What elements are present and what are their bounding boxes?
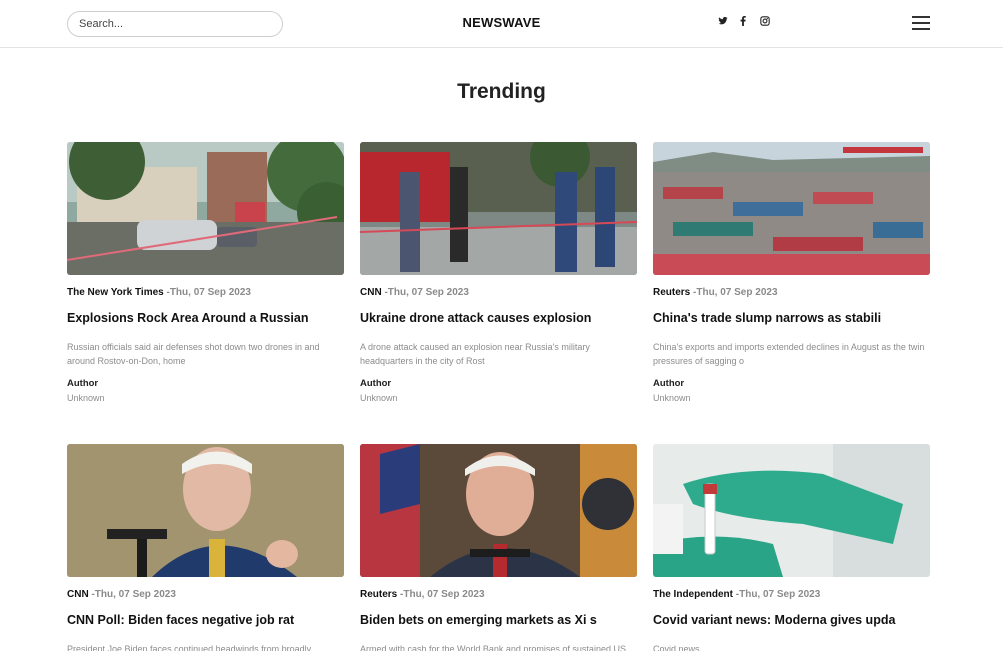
author-name: Unknown	[360, 393, 398, 403]
article-source: Reuters	[653, 287, 691, 298]
article-source: The New York Times	[67, 287, 164, 298]
article-date: -Thu, 07 Sep 2023	[163, 287, 251, 298]
article-image[interactable]	[67, 142, 344, 275]
article-image[interactable]	[653, 444, 930, 577]
article-date: -Thu, 07 Sep 2023	[690, 287, 778, 298]
author-name: Unknown	[67, 393, 105, 403]
author-label: Author	[360, 378, 392, 389]
twitter-icon[interactable]	[718, 16, 728, 28]
article-source: Reuters	[360, 589, 398, 600]
facebook-icon[interactable]	[739, 16, 749, 28]
article-description: Russian officials said air defenses shot…	[67, 342, 320, 366]
article-card: Reuters -Thu, 07 Sep 2023 China's trade …	[653, 142, 930, 404]
article-image[interactable]	[360, 444, 637, 577]
article-card: The New York Times -Thu, 07 Sep 2023 Exp…	[67, 142, 344, 404]
article-description: Armed with cash for the World Bank and p…	[360, 644, 626, 651]
author-label: Author	[653, 378, 685, 389]
article-card: CNN -Thu, 07 Sep 2023 Ukraine drone atta…	[360, 142, 637, 404]
article-date: -Thu, 07 Sep 2023	[733, 589, 821, 600]
article-description: A drone attack caused an explosion near …	[360, 342, 590, 366]
article-title[interactable]: China's trade slump narrows as stabili	[653, 310, 930, 326]
hamburger-menu-icon[interactable]	[912, 16, 930, 31]
article-description: Covid news	[653, 644, 700, 651]
article-card: The Independent -Thu, 07 Sep 2023 Covid …	[653, 444, 930, 651]
article-title[interactable]: Biden bets on emerging markets as Xi s	[360, 612, 637, 628]
author-label: Author	[67, 378, 99, 389]
social-links	[718, 16, 770, 28]
instagram-icon[interactable]	[760, 16, 770, 28]
section-title: Trending	[457, 80, 546, 103]
article-title[interactable]: Covid variant news: Moderna gives upda	[653, 612, 930, 628]
article-source: The Independent	[653, 589, 733, 600]
article-date: -Thu, 07 Sep 2023	[88, 589, 176, 600]
article-description: China's exports and imports extended dec…	[653, 342, 925, 366]
article-card: CNN -Thu, 07 Sep 2023 CNN Poll: Biden fa…	[67, 444, 344, 651]
article-source: CNN	[67, 589, 89, 600]
article-image[interactable]	[67, 444, 344, 577]
site-logo[interactable]: NEWSWAVE	[0, 15, 1003, 30]
article-source: CNN	[360, 287, 382, 298]
article-title[interactable]: Ukraine drone attack causes explosion	[360, 310, 637, 326]
article-title[interactable]: Explosions Rock Area Around a Russian	[67, 310, 344, 326]
article-description: President Joe Biden faces continued head…	[67, 644, 312, 651]
article-title[interactable]: CNN Poll: Biden faces negative job rat	[67, 612, 344, 628]
article-image[interactable]	[653, 142, 930, 275]
top-header: NEWSWAVE	[0, 0, 1003, 48]
author-name: Unknown	[653, 393, 691, 403]
article-image[interactable]	[360, 142, 637, 275]
article-date: -Thu, 07 Sep 2023	[381, 287, 469, 298]
article-date: -Thu, 07 Sep 2023	[397, 589, 485, 600]
article-card: Reuters -Thu, 07 Sep 2023 Biden bets on …	[360, 444, 637, 651]
